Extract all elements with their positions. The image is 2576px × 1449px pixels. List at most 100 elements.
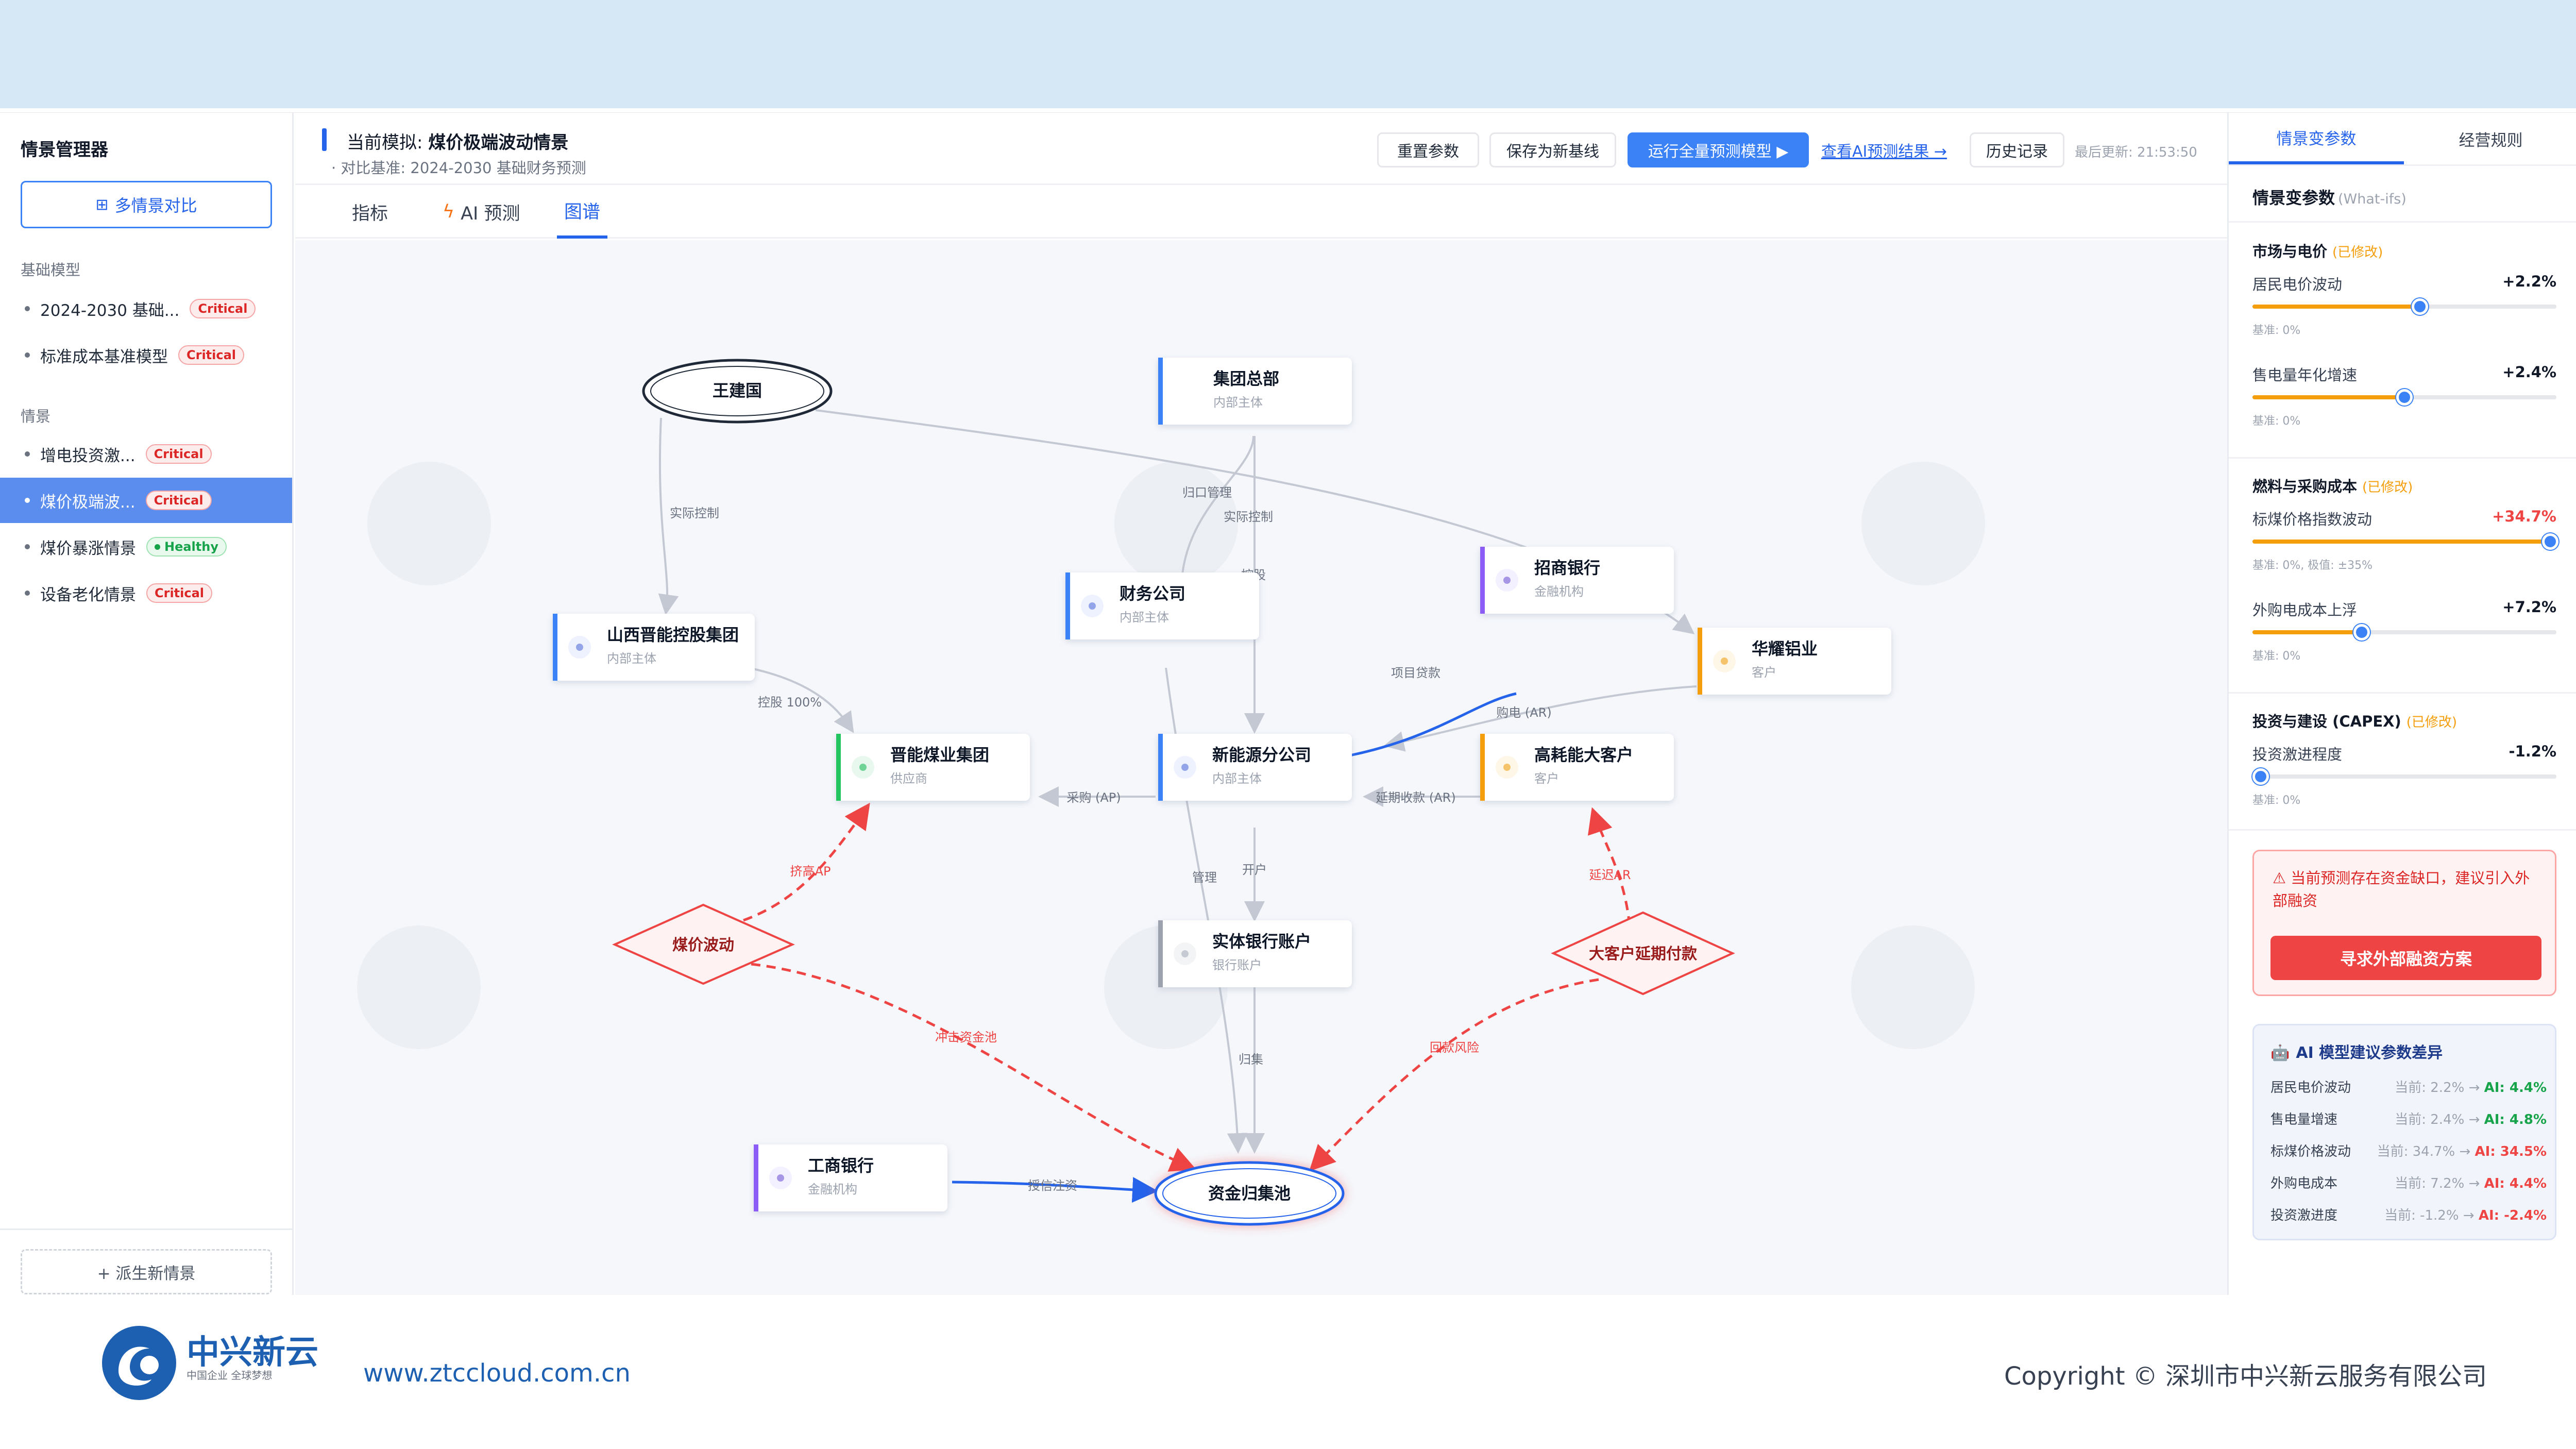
sidebar-item-equipment-aging[interactable]: 设备老化情景 Critical [0,570,292,616]
ai-row-label: 投资激进度 [2270,1208,2338,1223]
scenario-sidebar: 情景管理器 ⊞ 多情景对比 基础模型 2024-2030 基础... Criti… [0,113,294,1295]
run-model-button[interactable]: 运行全量预测模型 ▶ [1628,132,1809,167]
node-label: 王建国 [713,381,762,400]
sidebar-item-power-invest[interactable]: 增电投资激... Critical [0,431,292,477]
bullet-icon [25,451,30,457]
param-slider[interactable] [2252,624,2556,641]
ai-row-suggested: AI: 4.8% [2484,1112,2547,1127]
param-residential-price: 居民电价波动 +2.2% 基准: 0% [2252,273,2556,337]
node-coal-group[interactable]: 晋能煤业集团 供应商 [836,734,1030,801]
ai-row-values: 当前: 34.7% → AI: 34.5% [2377,1141,2547,1160]
param-slider[interactable] [2252,389,2556,406]
view-ai-results-link[interactable]: 查看AI预测结果 → [1821,139,1947,161]
app-window: 情景管理器 ⊞ 多情景对比 基础模型 2024-2030 基础... Criti… [0,112,2576,1295]
tab-ai-forecast[interactable]: ϟ AI 预测 [435,185,528,239]
tab-business-rules[interactable]: 经营规则 [2404,113,2576,164]
ai-row-suggested: AI: -2.4% [2478,1208,2547,1223]
tab-metrics[interactable]: 指标 [345,185,395,239]
compare-scenarios-button[interactable]: ⊞ 多情景对比 [21,181,272,228]
node-type: 客户 [1752,665,1776,680]
slider-knob[interactable] [2353,624,2370,641]
param-base: 基准: 0% [2252,794,2301,807]
sidebar-item-label: 煤价暴涨情景 [40,539,136,558]
node-type: 客户 [1534,771,1559,786]
param-invest-aggressiveness: 投资激进程度 -1.2% 基准: 0% [2252,743,2556,807]
history-button[interactable]: 历史记录 [1970,132,2064,167]
slider-knob[interactable] [2396,389,2413,406]
reset-params-button[interactable]: 重置参数 [1377,132,1479,167]
bullet-icon [25,591,30,596]
slider-knob[interactable] [2542,533,2559,550]
param-slider[interactable] [2252,298,2556,315]
modified-tag: (已修改) [2362,480,2413,495]
sidebar-title: 情景管理器 [21,140,108,160]
node-type: 供应商 [890,771,927,786]
edge-label: 采购 (AP) [1066,790,1121,805]
node-cmb[interactable]: 招商银行 金融机构 [1480,547,1674,614]
sidebar-item-label: 2024-2030 基础... [40,301,180,320]
param-label: 居民电价波动 [2252,276,2343,293]
node-label: 集团总部 [1213,369,1279,389]
last-updated: 最后更新: 21:53:50 [2075,145,2197,160]
footer-url[interactable]: www.ztccloud.com.cn [363,1359,631,1388]
node-huayao[interactable]: 华耀铝业 客户 [1698,628,1891,695]
edge-label: 实际控制 [1224,510,1273,524]
slider-knob[interactable] [2411,298,2428,315]
scenario-name: 煤价极端波动情景 [428,132,569,153]
sidebar-item-label: 标准成本基准模型 [40,347,168,366]
node-icbc[interactable]: 工商银行 金融机构 [754,1144,947,1211]
param-value: +2.4% [2502,363,2556,381]
ai-diff-row: 售电量增速 当前: 2.4% → AI: 4.8% [2270,1109,2547,1130]
node-type: 内部主体 [1213,395,1263,410]
node-group-hq[interactable]: 集团总部 内部主体 [1158,358,1352,425]
tab-graph[interactable]: 图谱 [557,185,608,239]
sidebar-item-base-cost[interactable]: 标准成本基准模型 Critical [0,332,292,378]
node-label: 新能源分公司 [1212,745,1311,765]
slider-fill [2252,305,2420,309]
param-slider[interactable] [2252,533,2559,550]
sidebar-item-coal-surge[interactable]: 煤价暴涨情景 Healthy [0,524,292,569]
divider [2229,457,2576,459]
node-fund-pool[interactable]: 资金归集池 [1154,1161,1345,1226]
seek-financing-button[interactable]: 寻求外部融资方案 [2270,936,2541,980]
sidebar-item-base-2024[interactable]: 2024-2030 基础... Critical [0,286,292,331]
param-label: 投资激进程度 [2252,746,2343,763]
save-baseline-button[interactable]: 保存为新基线 [1489,132,1616,167]
risk-node-coal-price[interactable]: 煤价波动 [612,903,795,985]
graph-canvas[interactable]: 实际控制 归口管理 实际控制 控股 项目贷款 购电 (AR) 控股 100% 采… [295,240,2227,1295]
bullet-icon [25,544,30,549]
ai-row-values: 当前: 7.2% → AI: 4.4% [2395,1173,2547,1192]
node-finance-company[interactable]: 财务公司 内部主体 [1065,572,1259,639]
edge-label: 延期收款 (AR) [1376,790,1455,805]
node-label: 大客户延期付款 [1589,945,1698,963]
tab-scenario-params[interactable]: 情景变参数 [2229,113,2404,164]
modified-tag: (已修改) [2406,715,2458,730]
param-slider[interactable] [2252,768,2556,785]
divider [2229,692,2576,694]
section-base-models: 基础模型 [21,261,81,279]
node-big-client[interactable]: 高耗能大客户 客户 [1480,734,1674,801]
ai-card-title: 🤖 AI 模型建议参数差异 [2270,1040,2443,1063]
params-title-sub: (What-ifs) [2338,191,2406,207]
bullet-icon [25,498,30,503]
sidebar-item-label: 煤价极端波... [40,493,135,512]
status-dot-icon [155,544,160,550]
ai-row-current: 当前: 7.2% → [2395,1176,2480,1191]
node-type: 银行账户 [1212,958,1262,972]
node-shanxi[interactable]: 山西晋能控股集团 内部主体 [553,614,755,681]
node-bank-account[interactable]: 实体银行账户 银行账户 [1158,920,1352,987]
slider-knob[interactable] [2252,768,2269,785]
params-panel: 情景变参数 经营规则 情景变参数 (What-ifs) 市场与电价 (已修改) 居民… [2227,113,2576,1295]
relationship-graph[interactable]: 实际控制 归口管理 实际控制 控股 项目贷款 购电 (AR) 控股 100% 采… [295,240,2227,1295]
group-title: 市场与电价 [2252,243,2328,260]
derive-scenario-button[interactable]: + 派生新情景 [21,1249,272,1294]
divider [2229,829,2576,831]
sidebar-item-coal-extreme[interactable]: 煤价极端波... Critical [0,478,292,523]
node-type: 金融机构 [1534,584,1584,599]
edge-label: 控股 100% [758,695,822,710]
edge-label: 挤高AP [790,864,831,879]
node-new-energy[interactable]: 新能源分公司 内部主体 [1158,734,1352,801]
node-wang[interactable]: 王建国 [642,359,833,424]
node-label: 实体银行账户 [1212,932,1311,951]
page-footer: 中兴新云 中国企业 全球梦想 www.ztccloud.com.cn Copyr… [0,1295,2576,1449]
